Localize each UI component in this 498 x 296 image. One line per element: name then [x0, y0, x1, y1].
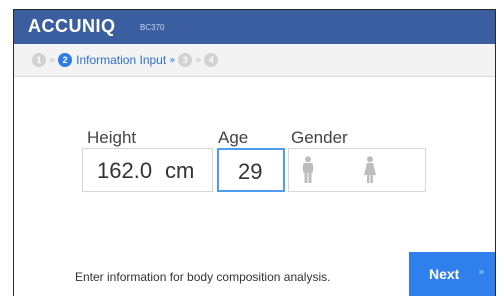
age-label: Age — [218, 128, 249, 147]
height-label: Height — [87, 128, 137, 147]
next-button-label: Next — [429, 266, 460, 282]
step-arrow: » — [169, 54, 176, 66]
height-input[interactable]: 162.0 cm — [82, 148, 213, 192]
height-value: 162.0 — [97, 158, 153, 183]
brand-logo: ACCUNIQ — [28, 16, 116, 36]
step-3-dot: 3 — [178, 53, 193, 67]
gender-label: Gender — [291, 128, 348, 147]
instruction-text: Enter information for body composition a… — [75, 270, 331, 284]
female-person-icon[interactable] — [362, 156, 378, 189]
model-label: BC370 — [140, 23, 165, 32]
step-4-dot: 4 — [204, 53, 219, 67]
double-chevron-right-icon: » — [478, 265, 485, 278]
age-input[interactable]: 29 — [217, 148, 285, 192]
step-1-dot: 1 — [32, 53, 46, 67]
height-unit: cm — [165, 158, 195, 183]
app-window: ACCUNIQ BC370 1 » 2 Information Input » … — [13, 9, 496, 296]
male-person-icon[interactable] — [301, 156, 315, 189]
step-2-label: Information Input — [76, 53, 167, 67]
next-button[interactable]: Next » — [409, 252, 495, 296]
step-arrow: » — [195, 54, 202, 66]
gender-selector[interactable] — [288, 148, 426, 192]
app-header: ACCUNIQ BC370 — [14, 10, 495, 44]
age-value: 29 — [238, 159, 263, 184]
step-2-dot: 2 — [58, 53, 73, 67]
step-indicator: 1 » 2 Information Input » 3 » 4 — [14, 44, 495, 77]
step-arrow: » — [49, 54, 56, 66]
